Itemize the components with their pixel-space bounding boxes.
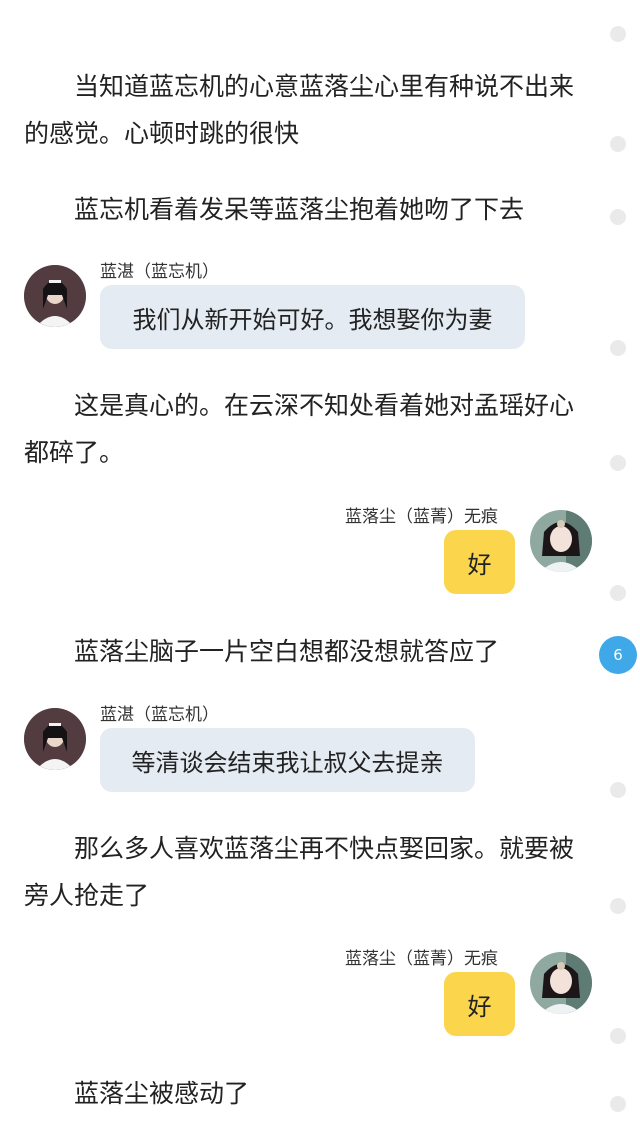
scroll-marker-dot[interactable] [610,1096,626,1112]
message-bubble[interactable]: 我们从新开始可好。我想娶你为妻 [100,285,525,349]
avatar-lan-zhan[interactable] [24,708,86,770]
speaker-name: 蓝湛（蓝忘机） [100,262,219,282]
scroll-marker-dot[interactable] [610,209,626,225]
scroll-marker-dot[interactable] [610,136,626,152]
message-text: 等清谈会结束我让叔父去提亲 [131,748,444,777]
avatar-lan-luo-chen-image [530,510,592,572]
message-bubble[interactable]: 等清谈会结束我让叔父去提亲 [100,728,475,792]
message-text: 我们从新开始可好。我想娶你为妻 [132,305,493,334]
scroll-position-badge[interactable]: 6 [599,636,637,674]
message-bubble[interactable]: 好 [444,972,515,1036]
message-text: 好 [467,992,492,1021]
avatar-lan-zhan-image [24,265,86,327]
scroll-marker-dot[interactable] [610,340,626,356]
scroll-marker-dot[interactable] [610,455,626,471]
message-bubble[interactable]: 好 [444,530,515,594]
story-paragraph: 蓝落尘被感动了 [74,1079,250,1108]
scroll-marker-dot[interactable] [610,898,626,914]
avatar-lan-zhan[interactable] [24,265,86,327]
speaker-name: 蓝落尘（蓝菁）无痕 [345,507,498,527]
speaker-name: 蓝落尘（蓝菁）无痕 [345,949,498,969]
story-paragraph: 蓝忘机看着发呆等蓝落尘抱着她吻了下去 [74,195,525,224]
avatar-lan-luo-chen[interactable] [530,510,592,572]
message-text: 好 [467,550,492,579]
story-paragraph: 那么多人喜欢蓝落尘再不快点娶回家。就要被旁人抢走了 [24,834,575,910]
scroll-marker-dot[interactable] [610,585,626,601]
avatar-lan-zhan-image [24,708,86,770]
speaker-name: 蓝湛（蓝忘机） [100,705,219,725]
scroll-marker-dot[interactable] [610,26,626,42]
story-paragraph: 当知道蓝忘机的心意蓝落尘心里有种说不出来的感觉。心顿时跳的很快 [24,72,575,148]
scroll-marker-dot[interactable] [610,782,626,798]
avatar-lan-luo-chen[interactable] [530,952,592,1014]
story-paragraph: 这是真心的。在云深不知处看着她对孟瑶好心都碎了。 [24,391,575,467]
story-paragraph: 蓝落尘脑子一片空白想都没想就答应了 [74,637,500,666]
scroll-marker-dot[interactable] [610,1028,626,1044]
avatar-lan-luo-chen-image [530,952,592,1014]
